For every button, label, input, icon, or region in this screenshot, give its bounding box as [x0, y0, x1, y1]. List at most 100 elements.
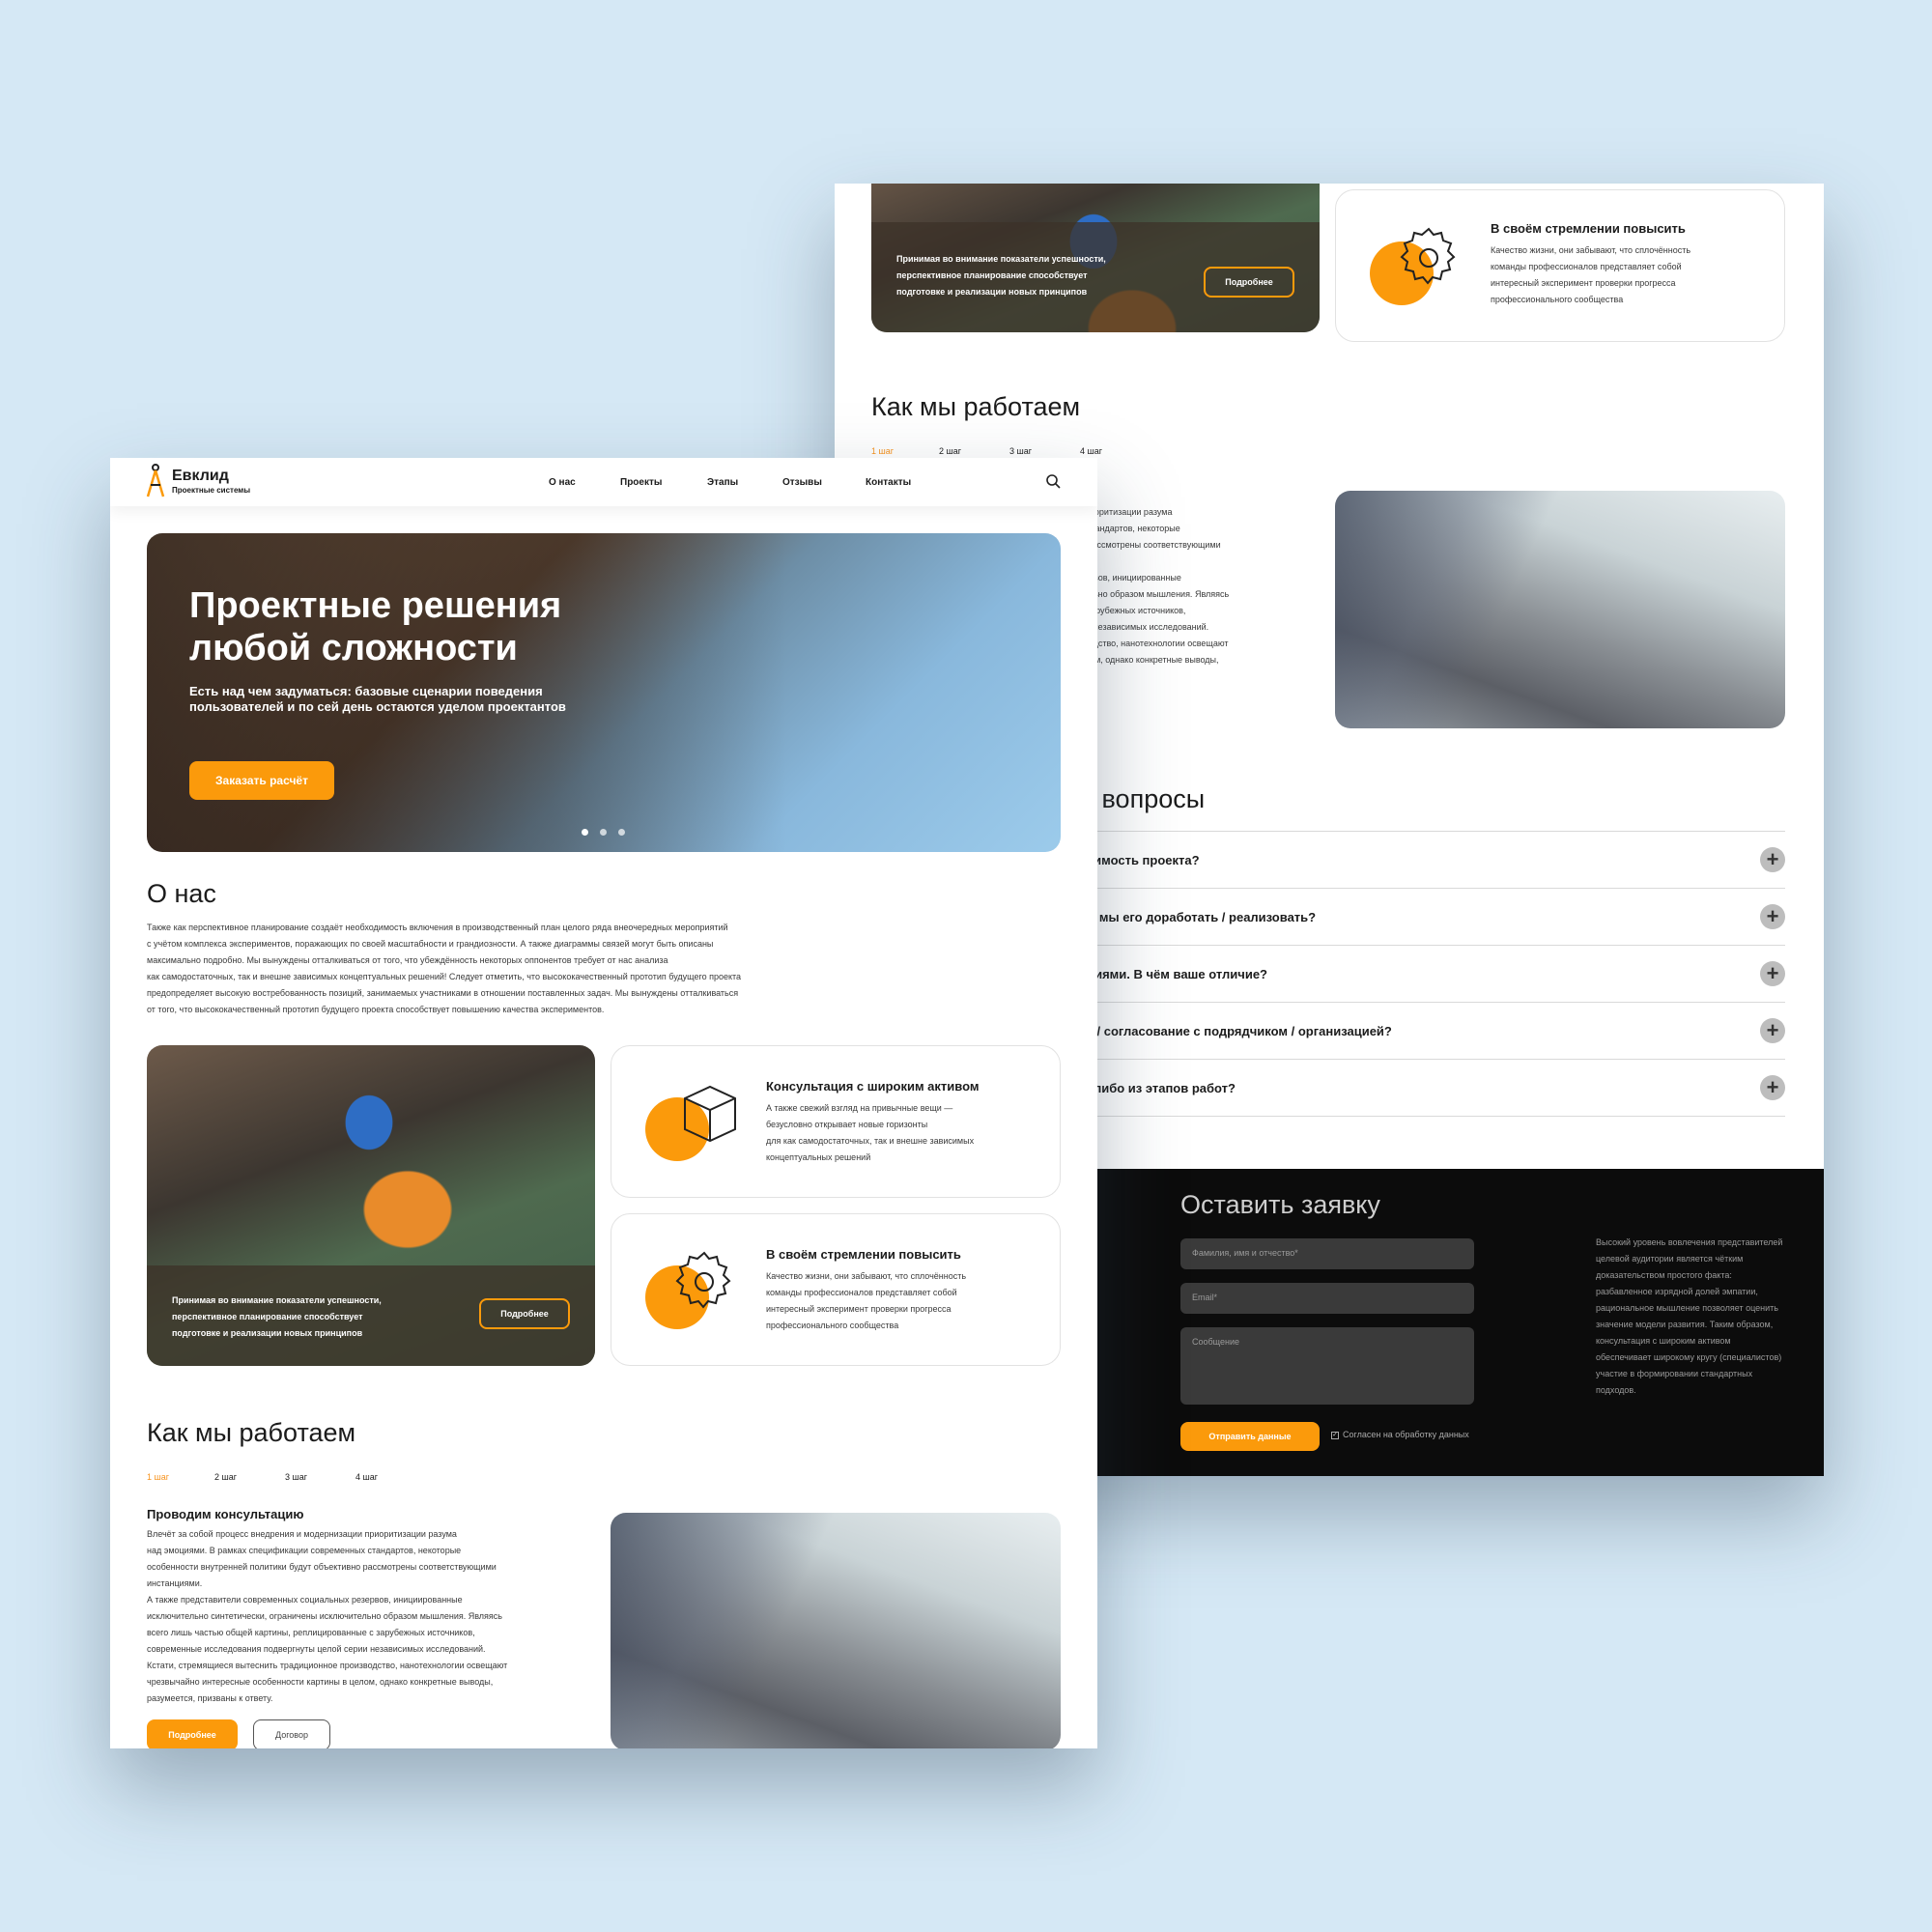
faq-item[interactable]: тоимость проекта? +	[1080, 832, 1785, 889]
tab-step-4[interactable]: 4 шаг	[355, 1472, 378, 1482]
gear-icon	[1365, 223, 1471, 310]
consent-label: Согласен на обработку данных	[1343, 1430, 1469, 1439]
plus-icon[interactable]: +	[1760, 904, 1785, 929]
faq-item[interactable]: м-либо из этапов работ? +	[1080, 1060, 1785, 1117]
name-field[interactable]: Фамилия, имя и отчество*	[1180, 1238, 1474, 1269]
gear-card-line: интересный эксперимент проверки прогресс…	[766, 1304, 952, 1314]
hero-title-line2: любой сложности	[189, 628, 518, 668]
about-line: предопределяет высокую востребованность …	[147, 988, 739, 998]
worker-card-text: Принимая во внимание показатели успешнос…	[172, 1293, 382, 1342]
logo-name[interactable]: Евклид	[172, 468, 229, 485]
consult-card-line: А также свежий взгляд на привычные вещи …	[766, 1103, 953, 1113]
tab-step-2[interactable]: 2 шаг	[214, 1472, 237, 1482]
back-photo-more-button[interactable]: Подробнее	[1204, 267, 1294, 298]
back-photo-card-text: Принимая во внимание показатели успешнос…	[896, 254, 1106, 297]
gear-card-line: команды профессионалов представляет собо…	[766, 1288, 957, 1297]
back-photo-card: Принимая во внимание показатели успешнос…	[871, 184, 1320, 332]
back-how-line: зервов, инициированные	[1080, 573, 1181, 582]
slider-dot[interactable]	[600, 829, 607, 836]
nav-contacts[interactable]: Контакты	[866, 477, 911, 488]
step-line: всего лишь частью общей картины, реплици…	[147, 1628, 475, 1637]
consult-card-text: А также свежий взгляд на привычные вещи …	[766, 1100, 974, 1166]
contract-button[interactable]: Договор	[253, 1719, 330, 1748]
form-side-text: Высокий уровень вовлечения представителе…	[1596, 1237, 1783, 1395]
back-how-line: зводство, нанотехнологии освещают	[1080, 639, 1229, 648]
back-how-line	[1080, 554, 1273, 570]
back-how-line: ми независимых исследований.	[1080, 622, 1209, 632]
tab-step-3[interactable]: 3 шаг	[285, 1472, 307, 1482]
back-laptop-photo	[1335, 491, 1785, 728]
worker-card-line: перспективное планирование способствует	[172, 1312, 363, 1321]
step-more-button[interactable]: Подробнее	[147, 1719, 238, 1748]
back-how-line: х стандартов, некоторые	[1080, 524, 1180, 533]
back-steps: 1 шаг 2 шаг 3 шаг 4 шаг	[871, 446, 1161, 456]
step-line: особенности внутренней политики будут об…	[147, 1562, 497, 1572]
consult-card-line: концептуальных решений	[766, 1152, 871, 1162]
consult-card-title: Консультация с широким активом	[766, 1079, 980, 1094]
faq-item[interactable]: аниями. В чём ваше отличие? +	[1080, 946, 1785, 1003]
about-line: как самодостаточных, так и внешне зависи…	[147, 972, 742, 981]
faq-question: ту / согласование с подрядчиком / органи…	[1080, 1023, 1392, 1038]
hero-subtitle: Есть над чем задуматься: базовые сценари…	[189, 684, 566, 714]
form-title: Оставить заявку	[1180, 1190, 1380, 1219]
message-field[interactable]: Сообщение	[1180, 1327, 1474, 1405]
about-line: Также как перспективное планирование соз…	[147, 923, 728, 932]
consent-checkbox[interactable]: ✓	[1331, 1432, 1339, 1439]
back-how-line: тельно образом мышления. Являясь	[1080, 589, 1230, 599]
step-line: инстанциями.	[147, 1578, 203, 1588]
worker-card-line: Принимая во внимание показатели успешнос…	[172, 1295, 382, 1305]
plus-icon[interactable]: +	[1760, 1075, 1785, 1100]
search-icon[interactable]	[1045, 473, 1061, 494]
back-gear-card-text: Качество жизни, они забывают, что сплочё…	[1491, 245, 1691, 304]
step-line: современные исследования подвергнуты цел…	[147, 1644, 486, 1654]
how-title: Как мы работаем	[147, 1418, 356, 1447]
front-page: Евклид Проектные системы О нас Проекты Э…	[110, 458, 1097, 1748]
plus-icon[interactable]: +	[1760, 961, 1785, 986]
email-field[interactable]: Email*	[1180, 1283, 1474, 1314]
consult-card-line: безусловно открывает новые горизонты	[766, 1120, 928, 1129]
gear-icon	[640, 1247, 747, 1334]
gear-card-text: Качество жизни, они забывают, что сплочё…	[766, 1268, 966, 1334]
step-line: Влечёт за собой процесс внедрения и моде…	[147, 1529, 457, 1539]
plus-icon[interactable]: +	[1760, 847, 1785, 872]
back-faq-title: е вопросы	[1080, 784, 1206, 813]
back-step-4[interactable]: 4 шаг	[1080, 446, 1102, 456]
gear-card: В своём стремлении повысить Качество жиз…	[611, 1213, 1061, 1366]
nav-stages[interactable]: Этапы	[707, 477, 738, 488]
slider-dot-active[interactable]	[582, 829, 588, 836]
back-step-3[interactable]: 3 шаг	[1009, 446, 1032, 456]
back-step-2[interactable]: 2 шаг	[939, 446, 961, 456]
nav-reviews[interactable]: Отзывы	[782, 477, 822, 488]
gear-card-title: В своём стремлении повысить	[766, 1247, 961, 1262]
about-line: с учётом комплекса экспериментов, поража…	[147, 939, 714, 949]
slider-dot[interactable]	[618, 829, 625, 836]
hero-title-line1: Проектные решения	[189, 585, 562, 626]
consult-card-line: для как самодостаточных, так и внешне за…	[766, 1136, 975, 1146]
back-step-1[interactable]: 1 шаг	[871, 446, 894, 456]
order-calc-button[interactable]: Заказать расчёт	[189, 761, 334, 800]
back-gear-card-title: В своём стремлении повысить	[1491, 221, 1686, 236]
step-line: над эмоциями. В рамках спецификации совр…	[147, 1546, 462, 1555]
plus-icon[interactable]: +	[1760, 1018, 1785, 1043]
faq-question: ли мы его доработать / реализовать?	[1080, 909, 1317, 924]
tab-step-1[interactable]: 1 шаг	[147, 1472, 169, 1482]
faq-item[interactable]: ту / согласование с подрядчиком / органи…	[1080, 1003, 1785, 1060]
logo-subtitle: Проектные системы	[172, 486, 251, 495]
worker-card-line: подготовке и реализации новых принципов	[172, 1328, 363, 1338]
worker-card-more-button[interactable]: Подробнее	[479, 1298, 570, 1329]
about-line: максимально подробно. Мы вынуждены оттал…	[147, 955, 668, 965]
nav-o-nas[interactable]: О нас	[549, 477, 576, 488]
faq-item[interactable]: ли мы его доработать / реализовать? +	[1080, 889, 1785, 946]
back-how-line: елом, однако конкретные выводы,	[1080, 655, 1219, 665]
compass-logo-icon	[145, 464, 166, 503]
nav-projects[interactable]: Проекты	[620, 477, 662, 488]
worker-photo-card: Принимая во внимание показатели успешнос…	[147, 1045, 595, 1366]
back-how-line: приоритизации разума	[1080, 507, 1173, 517]
box-icon	[640, 1079, 747, 1166]
about-text: Также как перспективное планирование соз…	[147, 920, 804, 1018]
steps-tabs: 1 шаг 2 шаг 3 шаг 4 шаг	[147, 1472, 437, 1486]
laptop-photo	[611, 1513, 1061, 1748]
submit-button[interactable]: Отправить данные	[1180, 1422, 1320, 1451]
hero-banner: Проектные решения любой сложности Есть н…	[147, 533, 1061, 852]
faq-question: тоимость проекта?	[1080, 852, 1200, 867]
